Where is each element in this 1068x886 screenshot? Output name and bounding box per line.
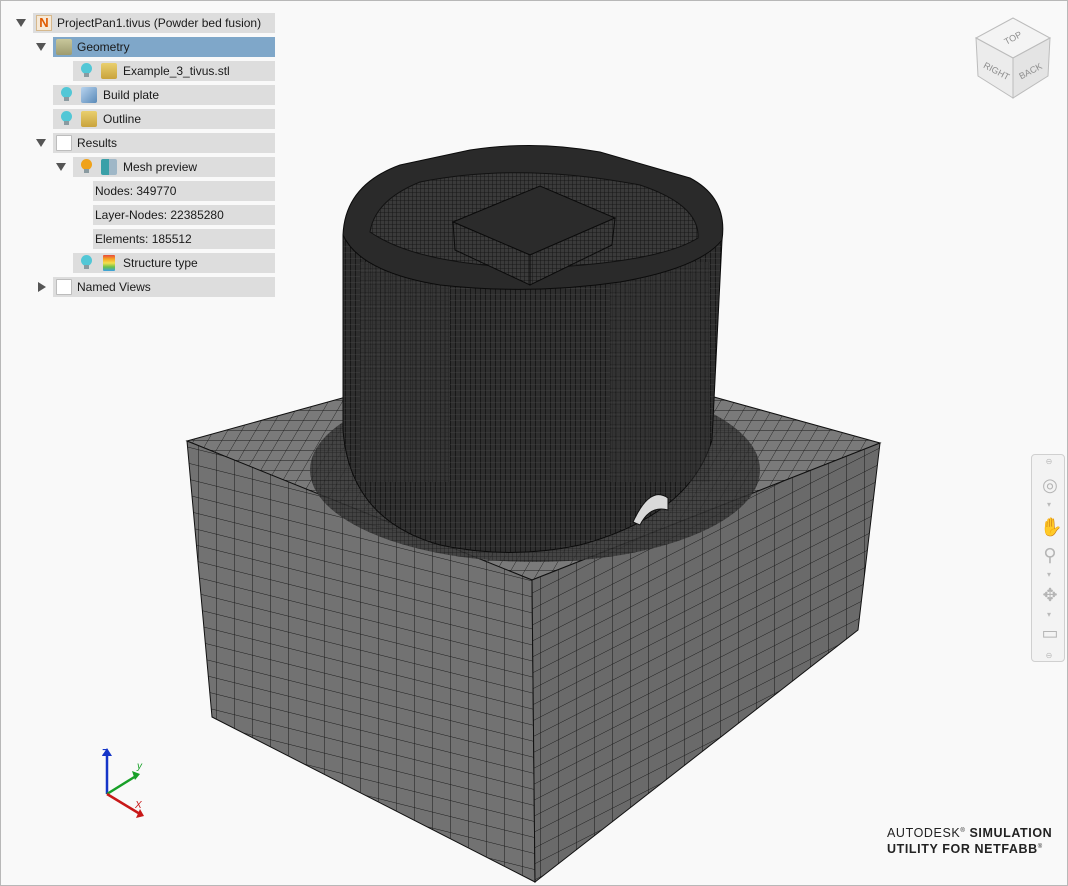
tree-item-label: Named Views	[77, 280, 151, 294]
netfabb-logo-icon: N	[36, 15, 52, 31]
tree-item-label: Structure type	[123, 256, 198, 270]
visibility-bulb-icon[interactable]	[81, 63, 92, 77]
brand-utility: UTILITY FOR NETFABB	[887, 842, 1038, 857]
build-plate-icon	[81, 87, 97, 103]
pan-icon[interactable]: ✋	[1040, 517, 1062, 537]
folder-icon	[56, 135, 72, 151]
brand-logo: AUTODESK ® SIMULATION UTILITY FOR NETFABB…	[887, 824, 1052, 856]
steering-wheel-icon[interactable]: ◎	[1040, 475, 1060, 495]
collapse-arrow-icon[interactable]	[16, 19, 26, 27]
collapse-arrow-icon[interactable]	[56, 163, 66, 171]
view-cube[interactable]: TOP RIGHT BACK	[972, 14, 1054, 100]
collapse-arrow-icon[interactable]	[36, 139, 46, 147]
tree-item-nodes: Nodes: 349770	[93, 181, 275, 201]
tree-item-label: Nodes: 349770	[95, 184, 177, 198]
tree-item-named-views[interactable]: Named Views	[53, 277, 275, 297]
tree-item-label: ProjectPan1.tivus (Powder bed fusion)	[57, 16, 262, 30]
tree-item-outline[interactable]: Outline	[53, 109, 275, 129]
tree-item-elements: Elements: 185512	[93, 229, 275, 249]
chevron-down-icon[interactable]: ▾	[1045, 501, 1053, 509]
zoom-icon[interactable]: ⚲	[1040, 545, 1060, 565]
mesh-icon	[101, 159, 117, 175]
tree-item-layer-nodes: Layer-Nodes: 22385280	[93, 205, 275, 225]
brand-reg-mark: ®	[1037, 844, 1043, 851]
tree-item-structure-type[interactable]: Structure type	[73, 253, 275, 273]
close-icon[interactable]: ⊖	[1045, 458, 1053, 466]
folder-icon	[56, 279, 72, 295]
tree-item-label: Outline	[103, 112, 142, 126]
settings-icon[interactable]: ⊖	[1045, 652, 1053, 660]
visibility-bulb-icon[interactable]	[61, 111, 72, 125]
tree-item-label: Example_3_tivus.stl	[123, 64, 230, 78]
tree-item-label: Elements: 185512	[95, 232, 192, 246]
visibility-bulb-icon[interactable]	[81, 255, 92, 269]
part-icon	[101, 63, 117, 79]
tree-item-label: Build plate	[103, 88, 160, 102]
tree-item-build-plate[interactable]: Build plate	[53, 85, 275, 105]
tree-item-label: Results	[77, 136, 118, 150]
brand-simulation: SIMULATION	[965, 826, 1053, 841]
tree-item-label: Mesh preview	[123, 160, 198, 174]
orbit-icon[interactable]: ✥	[1040, 585, 1060, 605]
tree-item-results[interactable]: Results	[53, 133, 275, 153]
axis-triad: Z y X	[102, 748, 144, 818]
axis-x-label: X	[134, 800, 142, 811]
expand-arrow-icon[interactable]	[38, 282, 46, 292]
tree-item-stl[interactable]: Example_3_tivus.stl	[73, 61, 275, 81]
tree-item-project[interactable]: N ProjectPan1.tivus (Powder bed fusion)	[33, 13, 275, 33]
axis-y-label: y	[136, 761, 143, 772]
visibility-bulb-icon[interactable]	[61, 87, 72, 101]
chevron-down-icon[interactable]: ▾	[1045, 571, 1053, 579]
tree-item-mesh-preview[interactable]: Mesh preview	[73, 157, 275, 177]
tree-item-geometry[interactable]: Geometry	[53, 37, 275, 57]
navigation-bar: ⊖ ◎ ▾ ✋ ⚲ ▾ ✥ ▾ ▭ ⊖	[1031, 454, 1065, 662]
axis-z-label: Z	[102, 748, 108, 759]
collapse-arrow-icon[interactable]	[36, 43, 46, 51]
outline-icon	[81, 111, 97, 127]
chevron-down-icon[interactable]: ▾	[1045, 611, 1053, 619]
brand-autodesk: AUTODESK	[887, 826, 961, 841]
tree-item-label: Geometry	[77, 40, 130, 54]
geometry-icon	[56, 39, 72, 55]
legend-gradient-icon	[103, 255, 115, 271]
visibility-bulb-icon[interactable]	[81, 159, 92, 173]
fit-view-icon[interactable]: ▭	[1040, 623, 1060, 643]
tree-item-label: Layer-Nodes: 22385280	[95, 208, 224, 222]
